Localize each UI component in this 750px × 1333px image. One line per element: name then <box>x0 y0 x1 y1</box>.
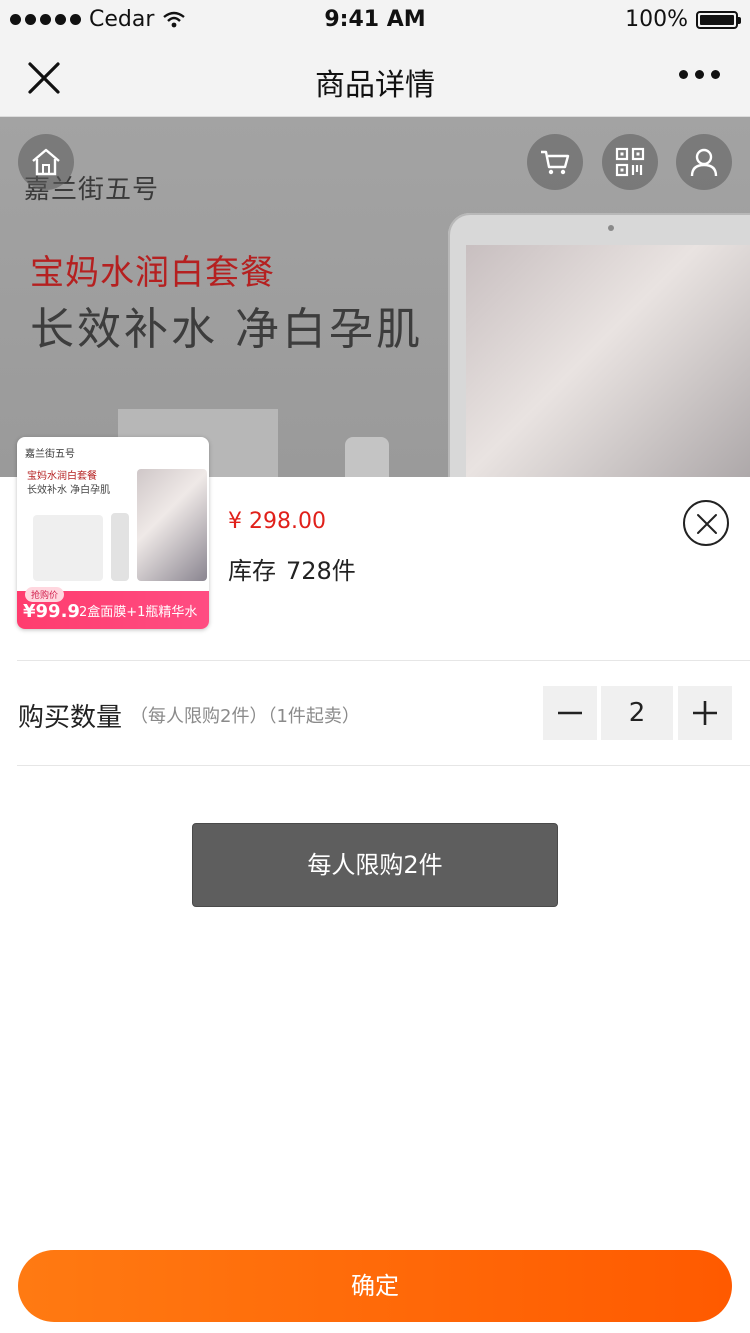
battery-percent: 100% <box>625 7 688 32</box>
quantity-label: 购买数量 <box>18 703 123 733</box>
more-icon <box>679 70 688 79</box>
qrcode-button[interactable] <box>602 134 658 190</box>
thumb-promo-text: 2盒面膜+1瓶精华水 <box>79 605 198 620</box>
user-icon <box>690 148 718 177</box>
battery-icon <box>696 10 741 29</box>
user-button[interactable] <box>676 134 732 190</box>
cart-icon <box>541 150 570 175</box>
hero-bottle-image <box>345 437 389 477</box>
divider <box>17 660 750 661</box>
thumb-tagline: 宝妈水润白套餐 <box>27 471 97 482</box>
home-button[interactable] <box>18 134 74 190</box>
status-bar: Cedar 9:41 AM 100% <box>0 0 750 40</box>
hero-headline: 长效补水 净白孕肌 <box>30 304 423 355</box>
home-icon <box>32 148 60 176</box>
product-price: ¥ 298.00 <box>228 509 326 534</box>
thumb-badge-label: 抢购价 <box>25 587 65 602</box>
plus-icon <box>693 701 717 725</box>
purchase-limit-button[interactable]: 每人限购2件 <box>192 823 558 907</box>
quantity-decrease-button[interactable] <box>543 686 597 740</box>
thumb-headline: 长效补水 净白孕肌 <box>27 485 111 496</box>
stock-value: 728件 <box>286 557 356 585</box>
hero-tagline: 宝妈水润白套餐 <box>30 253 275 293</box>
sheet-close-button[interactable] <box>683 500 729 546</box>
quantity-input[interactable]: 2 <box>601 686 673 740</box>
status-right: 100% <box>625 7 741 32</box>
more-button[interactable] <box>679 70 720 79</box>
page-title: 商品详情 <box>315 68 435 103</box>
stock-info: 库存 728件 <box>228 551 356 586</box>
qrcode-icon <box>615 147 645 177</box>
close-icon <box>697 514 717 534</box>
quantity-note: （每人限购2件）（1件起卖） <box>130 706 360 727</box>
thumb-badge-price: ¥99.9 <box>23 601 80 622</box>
quantity-increase-button[interactable] <box>678 686 732 740</box>
hero-banner: 嘉兰街五号 宝妈水润白套餐 长效补水 净白孕肌 <box>0 117 750 477</box>
cart-button[interactable] <box>527 134 583 190</box>
thumb-mask-image <box>33 515 103 581</box>
stock-label: 库存 <box>228 557 276 585</box>
hero-tablet-image <box>448 213 750 477</box>
thumb-bottle-image <box>111 513 129 581</box>
thumb-brand: 嘉兰街五号 <box>25 449 75 460</box>
product-thumbnail: 嘉兰街五号 宝妈水润白套餐 长效补水 净白孕肌 抢购价 ¥99.9 2盒面膜+1… <box>17 437 209 629</box>
nav-bar: 商品详情 <box>0 40 750 117</box>
thumb-tablet-image <box>137 469 207 581</box>
minus-icon <box>558 711 582 715</box>
thumb-promo-badge: 抢购价 ¥99.9 2盒面膜+1瓶精华水 <box>17 587 209 629</box>
divider <box>17 765 750 766</box>
confirm-button[interactable]: 确定 <box>18 1250 732 1322</box>
